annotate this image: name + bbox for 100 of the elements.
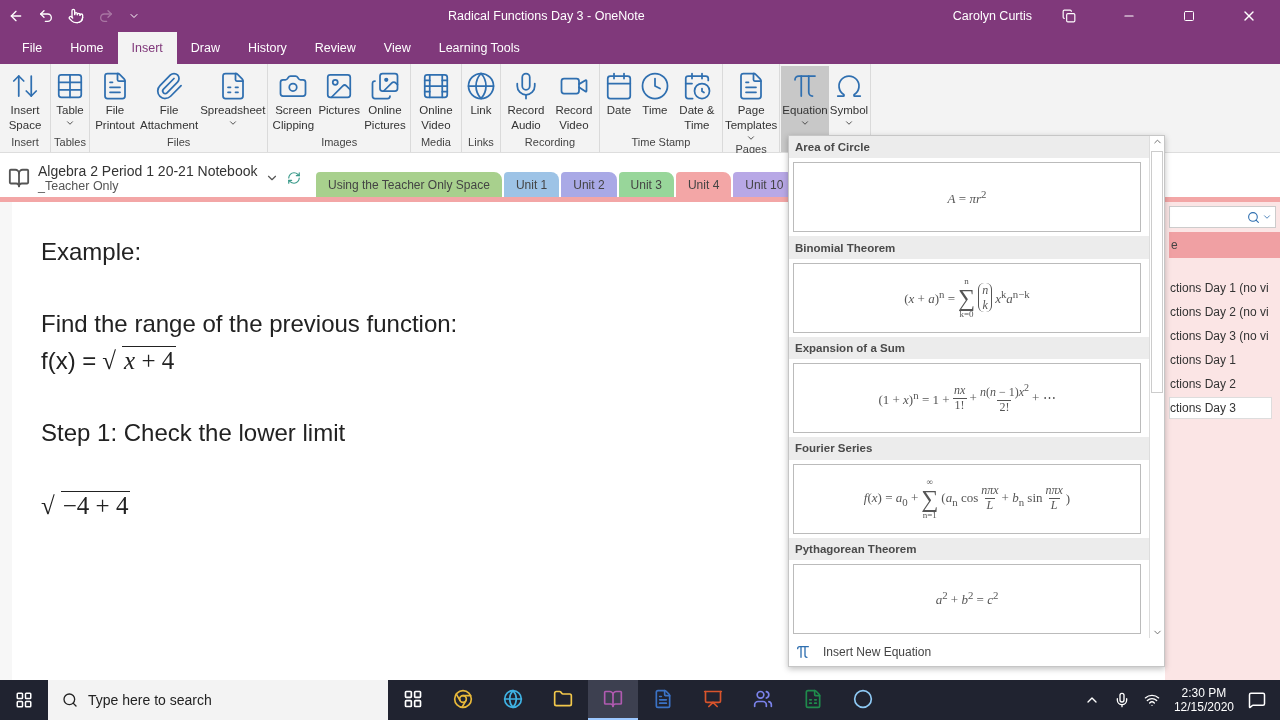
section-tab[interactable]: Using the Teacher Only Space xyxy=(316,172,502,197)
page-item[interactable]: ctions Day 3 xyxy=(1169,397,1272,419)
equation-name: Pythagorean Theorem xyxy=(789,537,1149,560)
ribbon-button[interactable]: Online Pictures xyxy=(360,66,409,136)
insert-equation-item[interactable]: Insert New Equation xyxy=(789,638,1164,666)
sum-sign: ∑ xyxy=(921,486,939,511)
ribbon-button[interactable]: Screen Clipping xyxy=(269,66,318,136)
ribbon-button[interactable]: Date & Time xyxy=(672,66,721,136)
touch-mode-icon[interactable] xyxy=(68,8,84,24)
equation-text: + ⋯ xyxy=(1032,390,1056,407)
section-tab[interactable]: Unit 1 xyxy=(503,172,560,197)
denominator: L xyxy=(1048,498,1060,513)
radical-sign: √ xyxy=(41,491,55,520)
equation-name: Fourier Series xyxy=(789,437,1149,460)
group-label: Files xyxy=(166,136,192,150)
radical-sign: √ xyxy=(102,346,117,375)
numerator: nπx xyxy=(1045,484,1063,499)
scrollbar[interactable] xyxy=(1149,136,1164,638)
ribbon-tab[interactable]: Learning Tools xyxy=(424,32,534,64)
equation-text: (a$_{n}$ cos xyxy=(941,489,979,508)
section-tab[interactable]: Unit 2 xyxy=(561,172,617,197)
group-label: Recording xyxy=(523,136,576,150)
ribbon-button[interactable]: Time xyxy=(636,66,673,136)
undo-icon[interactable] xyxy=(38,8,54,24)
ribbon-tab[interactable]: History xyxy=(233,32,301,64)
radicand: x + 4 xyxy=(122,346,177,375)
numerator: n(n − 1)x$^{2}$ xyxy=(979,381,1029,400)
window-title: Radical Functions Day 3 - OneNote xyxy=(447,9,646,23)
ribbon-tab[interactable]: View xyxy=(369,32,425,64)
equation-text: a$^{2}$ + b$^{2}$ = c$^{2}$ xyxy=(935,589,999,609)
equation-text: x$^{k}$a$^{n−k}$ xyxy=(995,288,1030,308)
search-icon[interactable] xyxy=(1247,210,1260,224)
section-tab[interactable]: Unit 3 xyxy=(618,172,674,197)
page-item[interactable]: ctions Day 3 (no vi xyxy=(1169,325,1272,347)
group-label: Images xyxy=(320,136,359,150)
notification-icon[interactable] xyxy=(1248,691,1266,709)
denominator: L xyxy=(984,498,996,513)
equation-text: + b$_{n}$ sin xyxy=(1001,489,1043,508)
ribbon-button[interactable]: Insert Space xyxy=(1,66,49,136)
notebook-name[interactable]: Algebra 2 Period 1 20-21 Notebook xyxy=(38,163,258,179)
equation-option[interactable]: a$^{2}$ + b$^{2}$ = c$^{2}$ xyxy=(793,564,1141,635)
sync-icon[interactable] xyxy=(287,171,302,185)
taskbar-app-icon[interactable] xyxy=(588,680,638,720)
ribbon-button[interactable]: Spreadsheet xyxy=(199,66,267,136)
group-label: Media xyxy=(419,136,452,150)
ribbon-button[interactable]: File Attachment xyxy=(139,66,200,136)
numerator: nx xyxy=(953,383,966,398)
ribbon-button[interactable]: Pictures xyxy=(317,66,361,136)
section-header: e xyxy=(1169,232,1280,258)
equation-option[interactable]: A = πr$^{2}$ xyxy=(793,162,1141,233)
section-group-name[interactable]: _Teacher Only xyxy=(38,179,258,193)
group-label: Links xyxy=(467,136,495,150)
ribbon-button[interactable]: Link xyxy=(462,66,499,136)
ribbon-button[interactable]: Online Video xyxy=(411,66,460,136)
section-tab[interactable]: Unit 4 xyxy=(675,172,732,197)
sum-upper-limit: n xyxy=(964,276,969,286)
ribbon-tab[interactable]: Home xyxy=(56,32,118,64)
search-field[interactable] xyxy=(1169,206,1276,228)
ribbon-button[interactable]: Date xyxy=(600,66,637,136)
search-icon xyxy=(62,692,78,708)
equation-text: A = πr$^{2}$ xyxy=(947,187,987,208)
denominator: 1! xyxy=(952,397,967,413)
page-item[interactable]: ctions Day 2 (no vi xyxy=(1169,301,1272,323)
sum-sign: ∑ xyxy=(958,285,976,310)
equation-name: Binomial Theorem xyxy=(789,236,1149,259)
equation-text: f(x) = a$_{0}$ + xyxy=(863,489,919,508)
notebook-icon xyxy=(8,167,30,189)
binomial-coefficient: n k xyxy=(978,283,993,313)
clock-time[interactable]: 2:30 PM xyxy=(1181,686,1227,700)
user-name[interactable]: Carolyn Curtis xyxy=(952,9,1032,23)
equation-text: ) xyxy=(1065,490,1071,507)
sum-upper-limit: ∞ xyxy=(926,477,933,487)
group-label: Tables xyxy=(53,136,87,150)
page-item[interactable]: ctions Day 1 (no vi xyxy=(1169,277,1272,299)
numerator: nπx xyxy=(981,484,999,499)
page-item[interactable]: ctions Day 1 xyxy=(1169,349,1272,371)
ribbon-button[interactable]: Table xyxy=(52,66,88,136)
ribbon-tab[interactable]: Insert xyxy=(117,32,177,64)
search-field[interactable]: Type here to search xyxy=(48,680,388,720)
ribbon-tab[interactable]: Draw xyxy=(176,32,234,64)
note-text: Example: xyxy=(41,238,142,266)
ribbon-tab[interactable]: File xyxy=(8,32,57,64)
ribbon-button[interactable]: Record Video xyxy=(549,66,598,136)
ribbon-button[interactable]: File Printout xyxy=(91,66,139,136)
equation-name: Area of Circle xyxy=(789,136,1149,159)
group-label: Time Stamp xyxy=(630,136,692,150)
clock-date[interactable]: 12/15/2020 xyxy=(1173,700,1234,714)
group-label: Insert xyxy=(10,136,40,150)
radicand: −4 + 4 xyxy=(60,491,131,520)
denominator: 2! xyxy=(997,399,1012,415)
ribbon-tab[interactable]: Review xyxy=(300,32,370,64)
pi-icon xyxy=(795,644,811,660)
wifi-icon[interactable] xyxy=(1143,692,1160,708)
back-icon[interactable] xyxy=(8,8,24,24)
ribbon-button[interactable]: Record Audio xyxy=(501,66,550,136)
page-item[interactable]: ctions Day 2 xyxy=(1169,373,1272,395)
scroll-thumb[interactable] xyxy=(1151,151,1163,393)
note-text: Step 1: Check the lower limit xyxy=(41,419,346,447)
ribbon-button[interactable]: Page Templates xyxy=(723,66,779,143)
equation-text: (1 + x)$^{n}$ = 1 + xyxy=(878,388,950,408)
